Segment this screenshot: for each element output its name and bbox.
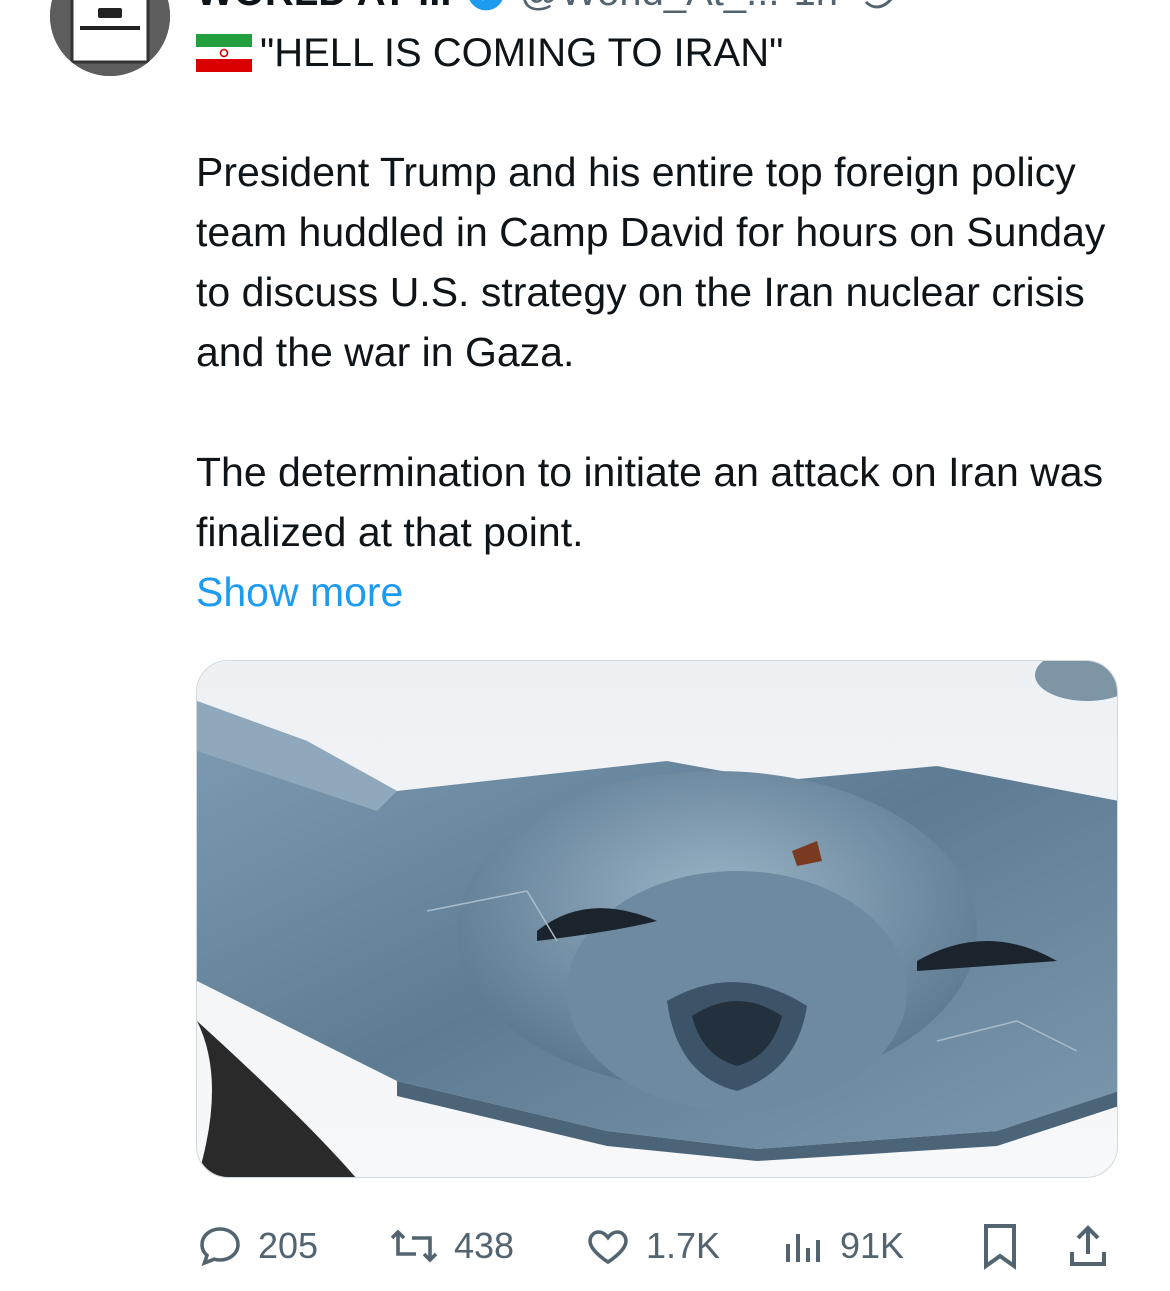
views-count: 91K bbox=[840, 1225, 905, 1266]
show-more-link[interactable]: Show more bbox=[196, 562, 403, 622]
repost-count: 438 bbox=[454, 1225, 515, 1266]
like-button[interactable]: 1.7K bbox=[584, 1218, 720, 1274]
stealth-bomber-photo bbox=[197, 661, 1117, 1177]
repost-icon bbox=[388, 1222, 440, 1270]
post-time[interactable]: 1h bbox=[793, 0, 838, 15]
reply-button[interactable]: 205 bbox=[196, 1218, 318, 1274]
iran-flag-icon bbox=[196, 34, 252, 72]
repost-button[interactable]: 438 bbox=[388, 1218, 514, 1274]
post-header: WORLD AT ... @World_At_... 1h bbox=[196, 0, 906, 15]
post-headline: "HELL IS COMING TO IRAN" bbox=[196, 26, 783, 80]
post-media-image[interactable] bbox=[196, 660, 1118, 1178]
post-action-bar: 205 438 1.7K 91K bbox=[196, 1218, 1118, 1274]
post-paragraph: The determination to initiate an attack … bbox=[196, 449, 1104, 555]
bookmark-button[interactable] bbox=[978, 1218, 1022, 1274]
reply-icon bbox=[196, 1222, 244, 1270]
author-handle[interactable]: @World_At_... bbox=[520, 0, 780, 15]
headline-text: "HELL IS COMING TO IRAN" bbox=[260, 31, 784, 75]
grok-icon[interactable] bbox=[862, 0, 906, 12]
views-button[interactable]: 91K bbox=[782, 1218, 904, 1274]
post-paragraph: President Trump and his entire top forei… bbox=[196, 149, 1106, 375]
share-icon bbox=[1064, 1220, 1112, 1272]
author-name[interactable]: WORLD AT ... bbox=[196, 0, 452, 15]
bookmark-icon bbox=[978, 1220, 1022, 1272]
reply-count: 205 bbox=[258, 1225, 319, 1266]
views-icon bbox=[782, 1222, 826, 1270]
author-avatar[interactable] bbox=[50, 0, 170, 76]
like-count: 1.7K bbox=[646, 1225, 721, 1266]
share-button[interactable] bbox=[1064, 1218, 1112, 1274]
verified-badge-icon bbox=[466, 0, 506, 12]
like-icon bbox=[584, 1222, 632, 1270]
